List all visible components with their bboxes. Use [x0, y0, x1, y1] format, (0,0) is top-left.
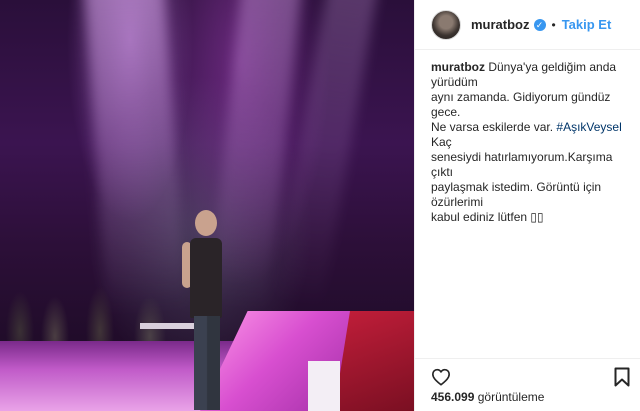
- follow-button[interactable]: Takip Et: [562, 17, 612, 32]
- post-video[interactable]: [0, 0, 414, 411]
- caption-line: Ne varsa eskilerde var.: [431, 120, 557, 134]
- singer-figure: [182, 210, 232, 410]
- views-number: 456.099: [431, 390, 475, 404]
- action-bar: [415, 358, 640, 388]
- bookmark-icon[interactable]: [614, 367, 630, 387]
- hashtag-link[interactable]: #AşıkVeysel: [556, 120, 621, 134]
- caption-username[interactable]: muratboz: [431, 60, 485, 74]
- post-sidebar: muratboz ✓ • Takip Et muratboz Dünya'ya …: [414, 0, 640, 411]
- heart-icon[interactable]: [431, 368, 451, 386]
- caption-line: aynı zamanda. Gidiyorum gündüz gece.: [431, 90, 611, 119]
- verified-check-icon: ✓: [533, 18, 546, 31]
- post-caption: muratboz Dünya'ya geldiğim anda yürüdüm …: [415, 50, 640, 225]
- caption-line: senesiydi hatırlamıyorum.Karşıma çıktı: [431, 150, 613, 179]
- username-link[interactable]: muratboz: [471, 17, 530, 32]
- caption-line: kabul ediniz lütfen ▯▯: [431, 210, 544, 224]
- views-label: görüntüleme: [477, 390, 545, 404]
- instagram-post: muratboz ✓ • Takip Et muratboz Dünya'ya …: [0, 0, 640, 411]
- view-count[interactable]: 456.099 görüntüleme: [431, 390, 544, 404]
- caption-line: paylaşmak istedim. Görüntü için özürleri…: [431, 180, 602, 209]
- avatar[interactable]: [431, 9, 461, 40]
- caption-line: Kaç: [431, 135, 452, 149]
- separator-dot: •: [551, 17, 556, 32]
- post-header: muratboz ✓ • Takip Et: [415, 0, 640, 50]
- stage-white-box: [308, 361, 340, 411]
